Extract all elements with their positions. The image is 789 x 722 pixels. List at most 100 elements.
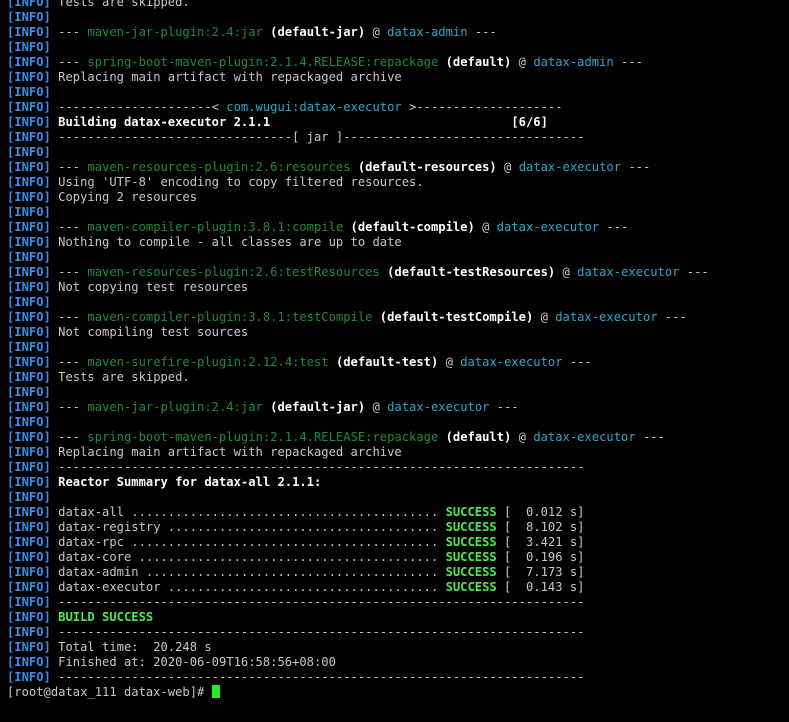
success-status: SUCCESS xyxy=(445,535,497,549)
plugin-goal: maven-compiler-plugin:3.8.1:compile xyxy=(87,220,344,234)
log-level-tag: [INFO] xyxy=(7,565,51,579)
plugin-goal: maven-surefire-plugin:2.12.4:test xyxy=(87,355,329,369)
log-text: --- xyxy=(635,430,665,444)
log-level-tag: [INFO] xyxy=(7,235,51,249)
plugin-goal: spring-boot-maven-plugin:2.1.4.RELEASE:r… xyxy=(87,430,439,444)
log-level-tag: [INFO] xyxy=(7,595,51,609)
success-status: SUCCESS xyxy=(445,520,497,534)
log-level-tag: [INFO] xyxy=(7,175,51,189)
log-level-tag: [INFO] xyxy=(7,25,51,39)
log-text: @ xyxy=(511,430,534,444)
log-level-tag: [INFO] xyxy=(7,310,51,324)
log-level-tag: [INFO] xyxy=(7,130,51,144)
log-line: [INFO] Replacing main artifact with repa… xyxy=(7,70,709,85)
log-text: ----------------------------------------… xyxy=(50,595,585,609)
log-line: [INFO] Nothing to compile - all classes … xyxy=(7,235,709,250)
plugin-goal: maven-compiler-plugin:3.8.1:testCompile xyxy=(87,310,373,324)
plugin-goal: maven-resources-plugin:2.6:resources xyxy=(87,160,351,174)
log-text: @ xyxy=(438,355,461,369)
log-level-tag: [INFO] xyxy=(7,625,51,639)
log-line: [INFO] xyxy=(7,205,709,220)
log-text: @ xyxy=(533,310,556,324)
log-level-tag: [INFO] xyxy=(7,85,51,99)
log-line: [INFO] --- maven-jar-plugin:2.4:jar (def… xyxy=(7,25,709,40)
log-bold-text: (default-test) xyxy=(335,355,439,369)
terminal-window[interactable]: [INFO] Tests are skipped. [INFO] [INFO] --… xyxy=(0,0,789,722)
log-text: --- xyxy=(50,355,88,369)
log-text: [ 0.143 s] xyxy=(496,580,585,594)
artifact-name: datax-executor xyxy=(460,355,563,369)
plugin-goal: maven-jar-plugin:2.4:jar xyxy=(87,25,263,39)
log-text: --- xyxy=(657,310,687,324)
shell-prompt: [root@datax_111 datax-web]# xyxy=(7,685,212,699)
log-line: [INFO] BUILD SUCCESS xyxy=(7,610,709,625)
artifact-name: datax-executor xyxy=(496,220,600,234)
artifact-name: datax-admin xyxy=(387,25,468,39)
log-text: ----------------------------------------… xyxy=(50,625,585,639)
log-level-tag: [INFO] xyxy=(7,280,51,294)
log-line: [INFO] datax-executor ..................… xyxy=(7,580,709,595)
success-status: BUILD SUCCESS xyxy=(58,610,154,624)
log-text: datax-executor .........................… xyxy=(50,580,446,594)
log-text: Tests are skipped. xyxy=(50,0,190,9)
log-text: --- xyxy=(50,400,88,414)
log-level-tag: [INFO] xyxy=(7,490,51,504)
artifact-name: com.wugui:datax-executor xyxy=(226,100,402,114)
log-text: @ xyxy=(365,400,388,414)
log-text: ----------------------------------------… xyxy=(50,670,585,684)
log-line: [INFO] ---------------------------------… xyxy=(7,595,709,610)
log-bold-text: (default-testCompile) xyxy=(379,310,534,324)
log-level-tag: [INFO] xyxy=(7,160,51,174)
log-level-tag: [INFO] xyxy=(7,325,51,339)
log-line: [INFO] Using 'UTF-8' encoding to copy fi… xyxy=(7,175,709,190)
log-level-tag: [INFO] xyxy=(7,70,51,84)
log-level-tag: [INFO] xyxy=(7,475,51,489)
log-line: [INFO] --- maven-resources-plugin:2.6:re… xyxy=(7,160,709,175)
plugin-goal: maven-resources-plugin:2.6:testResources xyxy=(87,265,380,279)
log-line: [INFO] Tests are skipped. xyxy=(7,0,709,10)
shell-prompt-line[interactable]: [root@datax_111 datax-web]# xyxy=(7,685,709,700)
log-level-tag: [INFO] xyxy=(7,640,51,654)
log-text: [ 7.173 s] xyxy=(496,565,585,579)
log-line: [INFO] xyxy=(7,385,709,400)
log-text: ---------------------< xyxy=(50,100,227,114)
log-text: --- xyxy=(50,160,88,174)
artifact-name: datax-executor xyxy=(577,265,680,279)
log-line: [INFO] --- maven-jar-plugin:2.4:jar (def… xyxy=(7,400,709,415)
log-level-tag: [INFO] xyxy=(7,340,51,354)
log-level-tag: [INFO] xyxy=(7,370,51,384)
log-bold-text: Reactor Summary for datax-all 2.1.1: xyxy=(50,475,322,489)
log-text: --- xyxy=(621,160,651,174)
log-line: [INFO] Replacing main artifact with repa… xyxy=(7,445,709,460)
log-level-tag: [INFO] xyxy=(7,580,51,594)
log-level-tag: [INFO] xyxy=(7,610,51,624)
log-text: Replacing main artifact with repackaged … xyxy=(50,445,402,459)
log-bold-text: (default-jar) xyxy=(270,400,366,414)
log-bold-text: (default-resources) xyxy=(357,160,497,174)
log-text: >-------------------- xyxy=(401,100,563,114)
log-line: [INFO] Total time: 20.248 s xyxy=(7,640,709,655)
log-text: datax-all ..............................… xyxy=(50,505,446,519)
log-line: [INFO] xyxy=(7,85,709,100)
log-text: --- xyxy=(50,310,88,324)
log-text: @ xyxy=(555,265,578,279)
log-level-tag: [INFO] xyxy=(7,355,51,369)
log-text: Using 'UTF-8' encoding to copy filtered … xyxy=(50,175,424,189)
log-line: [INFO] ---------------------< com.wugui:… xyxy=(7,100,709,115)
log-line: [INFO] datax-admin .....................… xyxy=(7,565,709,580)
log-line: [INFO] xyxy=(7,250,709,265)
log-level-tag: [INFO] xyxy=(7,400,51,414)
log-text: --- xyxy=(562,355,592,369)
log-level-tag: [INFO] xyxy=(7,265,51,279)
log-text: --- xyxy=(467,25,497,39)
log-level-tag: [INFO] xyxy=(7,115,51,129)
log-line: [INFO] ---------------------------------… xyxy=(7,460,709,475)
log-text: Total time: 20.248 s xyxy=(50,640,212,654)
log-text: Finished at: 2020-06-09T16:58:56+08:00 xyxy=(50,655,336,669)
log-text: --- xyxy=(679,265,709,279)
log-line: [INFO] datax-all .......................… xyxy=(7,505,709,520)
log-text: --- xyxy=(599,220,629,234)
